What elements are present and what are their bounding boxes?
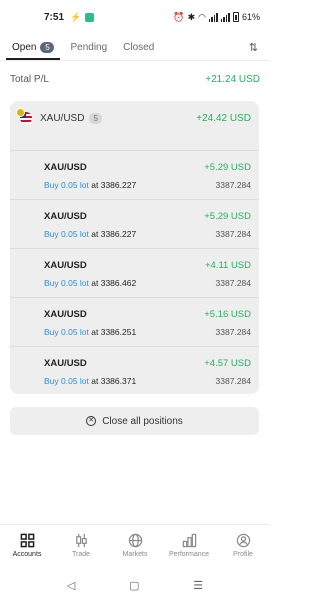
position-open-price: at 3386.227 bbox=[91, 229, 137, 239]
nav-profile-label: Profile bbox=[233, 551, 253, 558]
nav-trade[interactable]: Trade bbox=[54, 525, 108, 570]
position-pl: +5.29 USD bbox=[204, 162, 251, 173]
total-pl-label: Total P/L bbox=[10, 74, 49, 85]
position-current-price: 3387.284 bbox=[215, 376, 251, 386]
tab-pending-label: Pending bbox=[70, 41, 108, 53]
close-all-positions-button[interactable]: ✕ Close all positions bbox=[10, 407, 259, 435]
app-notification-icon bbox=[85, 12, 95, 22]
position-action: Buy 0.05 lot bbox=[44, 180, 89, 190]
position-open-price: at 3386.251 bbox=[91, 327, 137, 337]
tab-open-label: Open bbox=[12, 41, 37, 53]
nav-markets-label: Markets bbox=[122, 551, 148, 558]
home-icon[interactable]: ▢ bbox=[129, 579, 139, 592]
battery-percent: 61% bbox=[241, 12, 260, 22]
nav-accounts[interactable]: Accounts bbox=[0, 525, 54, 570]
position-action: Buy 0.05 lot bbox=[44, 229, 89, 239]
status-bar: 7:51 ⚡ ⏰ ✱ ◠ 61% bbox=[0, 0, 270, 34]
position-symbol: XAU/USD bbox=[44, 162, 87, 173]
bottom-navigation: Accounts Trade Markets Performance Profi… bbox=[0, 524, 270, 570]
position-row[interactable]: XAU/USD +5.29 USD Buy 0.05 lot at 3386.2… bbox=[10, 199, 259, 247]
position-symbol: XAU/USD bbox=[44, 260, 87, 271]
tab-closed[interactable]: Closed bbox=[123, 34, 154, 60]
group-count-badge: 5 bbox=[89, 112, 102, 124]
trade-candles-icon bbox=[75, 533, 87, 548]
group-symbol: XAU/USD bbox=[40, 112, 85, 124]
nav-profile[interactable]: Profile bbox=[216, 525, 270, 570]
alarm-icon: ⏰ bbox=[173, 11, 185, 22]
position-symbol: XAU/USD bbox=[44, 358, 87, 369]
tab-open[interactable]: Open 5 bbox=[5, 34, 62, 60]
user-icon bbox=[236, 533, 250, 548]
position-pl: +5.16 USD bbox=[204, 309, 251, 320]
position-action: Buy 0.05 lot bbox=[44, 327, 89, 337]
position-open-price: at 3386.462 bbox=[91, 278, 137, 288]
total-pl-value: +21.24 USD bbox=[205, 74, 260, 85]
position-row[interactable]: XAU/USD +5.16 USD Buy 0.05 lot at 3386.2… bbox=[10, 297, 259, 345]
position-action: Buy 0.05 lot bbox=[44, 376, 89, 386]
tab-pending[interactable]: Pending bbox=[70, 34, 107, 60]
position-row[interactable]: XAU/USD +4.57 USD Buy 0.05 lot at 3386.3… bbox=[10, 346, 259, 394]
position-symbol: XAU/USD bbox=[44, 309, 87, 320]
sort-icon[interactable]: ⇅ bbox=[249, 41, 258, 54]
close-all-label: Close all positions bbox=[102, 415, 183, 427]
position-symbol: XAU/USD bbox=[44, 211, 87, 222]
position-current-price: 3387.284 bbox=[215, 180, 251, 190]
position-action: Buy 0.05 lot bbox=[44, 278, 89, 288]
open-count-badge: 5 bbox=[40, 41, 55, 53]
position-group: XAU/USD 5 +24.42 USD XAU/USD +5.29 USD B… bbox=[10, 101, 259, 394]
nav-performance-label: Performance bbox=[168, 551, 210, 558]
signal-icon bbox=[208, 12, 218, 22]
flash-icon: ⚡ bbox=[70, 11, 82, 22]
close-circle-icon: ✕ bbox=[86, 416, 97, 426]
position-open-price: at 3386.371 bbox=[91, 376, 137, 386]
wifi-icon: ◠ bbox=[198, 11, 206, 22]
nav-accounts-label: Accounts bbox=[12, 551, 42, 558]
position-pl: +4.11 USD bbox=[204, 260, 251, 271]
nav-markets[interactable]: Markets bbox=[108, 525, 162, 570]
battery-icon bbox=[232, 12, 239, 22]
tab-closed-label: Closed bbox=[123, 41, 155, 53]
globe-icon bbox=[128, 533, 142, 548]
xau-usd-flag-icon bbox=[16, 108, 32, 125]
position-open-price: at 3386.227 bbox=[91, 180, 137, 190]
nav-performance[interactable]: Performance bbox=[162, 525, 216, 570]
recent-apps-icon[interactable]: ☰ bbox=[193, 579, 203, 592]
position-group-header[interactable]: XAU/USD 5 +24.42 USD bbox=[10, 101, 259, 135]
position-current-price: 3387.284 bbox=[215, 229, 251, 239]
system-navigation-bar: ◁ ▢ ☰ bbox=[0, 570, 270, 600]
orders-tabs: Open 5 Pending Closed ⇅ bbox=[0, 34, 270, 60]
position-pl: +5.29 USD bbox=[204, 211, 251, 222]
total-pl-row: Total P/L +21.24 USD bbox=[10, 74, 260, 85]
divider bbox=[0, 60, 270, 61]
position-current-price: 3387.284 bbox=[215, 327, 251, 337]
accounts-grid-icon bbox=[20, 533, 34, 548]
signal-icon-2 bbox=[220, 12, 230, 22]
position-pl: +4.57 USD bbox=[204, 358, 251, 369]
status-time: 7:51 bbox=[44, 11, 65, 23]
back-icon[interactable]: ◁ bbox=[67, 579, 75, 592]
position-row[interactable]: XAU/USD +5.29 USD Buy 0.05 lot at 3386.2… bbox=[10, 150, 259, 198]
position-row[interactable]: XAU/USD +4.11 USD Buy 0.05 lot at 3386.4… bbox=[10, 248, 259, 296]
bar-chart-icon bbox=[182, 533, 196, 548]
nav-trade-label: Trade bbox=[71, 551, 91, 558]
group-pl: +24.42 USD bbox=[196, 112, 251, 124]
bluetooth-icon: ✱ bbox=[187, 11, 196, 22]
position-current-price: 3387.284 bbox=[215, 278, 251, 288]
